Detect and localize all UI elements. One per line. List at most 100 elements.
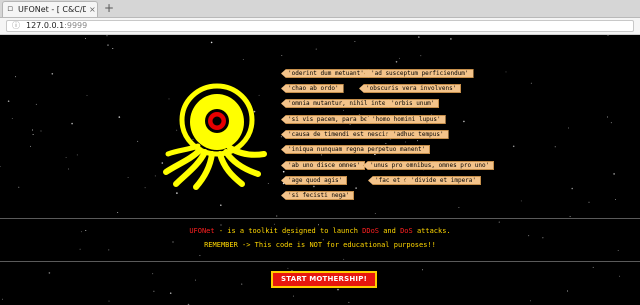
star-dot	[607, 35, 609, 36]
star-dot	[610, 122, 612, 124]
star-dot	[313, 185, 315, 188]
star-dot	[220, 204, 222, 206]
star-dot	[32, 134, 34, 136]
star-dot	[7, 100, 10, 102]
star-dot	[276, 215, 278, 217]
star-dot	[398, 57, 400, 59]
star-dot	[154, 175, 156, 177]
star-dot	[241, 283, 243, 285]
motto-tag: 'homo homini lupus'	[365, 115, 446, 124]
star-dot	[320, 154, 322, 156]
star-dot	[40, 130, 42, 132]
browser-tab[interactable]: ▫ UFONet - [ C&C/Da ×	[2, 1, 98, 17]
star-dot	[76, 154, 78, 156]
star-dot	[343, 109, 345, 111]
new-tab-icon[interactable]: +	[104, 1, 114, 15]
motto-tag: 'divide et impera'	[404, 176, 482, 185]
star-dot	[199, 255, 201, 257]
star-dot	[68, 168, 70, 170]
star-dot	[374, 213, 376, 214]
star-dot	[282, 170, 285, 173]
star-dot	[280, 136, 282, 138]
star-dot	[1, 298, 3, 300]
star-dot	[85, 37, 87, 39]
star-dot	[592, 266, 594, 268]
star-dot	[463, 120, 465, 123]
motto-tag: 'obscuris vera involvens'	[359, 84, 462, 93]
star-dot	[613, 173, 615, 175]
star-dot	[0, 166, 1, 167]
star-dot	[395, 61, 398, 63]
star-dot	[273, 223, 275, 225]
motto-tag: 'iniqua nunquam regna perpetuo manent'	[281, 145, 431, 154]
star-dot	[11, 118, 13, 120]
star-dot	[152, 273, 154, 275]
info-circle-icon[interactable]: ⓘ	[12, 21, 20, 31]
star-dot	[607, 116, 608, 118]
star-dot	[287, 267, 289, 269]
star-dot	[617, 250, 619, 252]
star-dot	[86, 94, 88, 96]
motto-tag: 'si fecisti nega'	[281, 191, 355, 200]
star-dot	[117, 212, 119, 213]
star-dot	[354, 41, 356, 42]
star-dot	[343, 258, 345, 260]
url-bar[interactable]: ⓘ 127.0.0.1:9999	[6, 20, 634, 32]
star-dot	[15, 76, 17, 78]
motto-tag: 'chao ab ordo'	[281, 84, 344, 93]
star-dot	[588, 201, 590, 203]
url-text: 127.0.0.1:9999	[26, 21, 87, 31]
motto-tag: 'ab uno disce omnes'	[281, 161, 366, 170]
star-dot	[355, 187, 357, 189]
star-dot	[571, 187, 573, 190]
page-icon: ▫	[7, 4, 14, 14]
star-dot	[568, 127, 569, 129]
star-dot	[512, 145, 515, 148]
motto-tag: 'age quod agis'	[281, 176, 348, 185]
star-dot	[51, 73, 54, 75]
motto-tag: 'ad susceptum perficiendum'	[364, 69, 474, 78]
description-text-2: and	[379, 227, 401, 235]
star-dot	[107, 44, 109, 46]
star-dot	[112, 48, 114, 49]
ddos-term: DDoS	[362, 227, 379, 235]
star-dot	[71, 122, 73, 125]
star-dot	[567, 290, 569, 292]
star-dot	[195, 279, 196, 281]
description-text-3: attacks.	[412, 227, 451, 235]
star-dot	[176, 192, 178, 194]
toolkit-description: UFONet - is a toolkit designed to launch…	[0, 227, 640, 236]
star-dot	[242, 58, 244, 60]
star-dot	[348, 301, 350, 303]
star-dot	[542, 237, 544, 239]
motto-tag: 'oderint dum metuant'	[281, 69, 369, 78]
star-dot	[292, 295, 294, 297]
dos-term: DoS	[400, 227, 413, 235]
star-dot	[220, 224, 222, 226]
star-dot	[520, 200, 522, 202]
star-dot	[529, 300, 531, 302]
star-dot	[118, 116, 121, 118]
motto-tag: 'unus pro omnibus, omnes pro uno'	[363, 161, 495, 170]
tab-close-icon[interactable]: ×	[89, 4, 96, 15]
page-content: 'oderint dum metuant''ad susceptum perfi…	[0, 35, 640, 305]
star-dot	[417, 140, 418, 142]
star-dot	[108, 300, 110, 302]
url-host: 127.0.0.1	[26, 21, 65, 30]
star-dot	[450, 38, 452, 40]
star-dot	[281, 54, 283, 56]
star-dot	[144, 187, 146, 189]
star-dot	[385, 143, 387, 144]
star-dot	[210, 41, 213, 44]
star-dot	[619, 275, 621, 277]
start-mothership-button[interactable]: START MOTHERSHIP!	[271, 271, 377, 288]
tab-title: UFONet - [ C&C/Da	[18, 5, 86, 14]
star-dot	[337, 288, 339, 291]
star-dot	[137, 140, 139, 142]
star-dot	[153, 290, 155, 292]
url-port: :9999	[64, 21, 88, 30]
star-dot	[554, 146, 556, 148]
star-dot	[418, 36, 420, 38]
star-dot	[32, 129, 34, 131]
star-dot	[420, 55, 422, 57]
